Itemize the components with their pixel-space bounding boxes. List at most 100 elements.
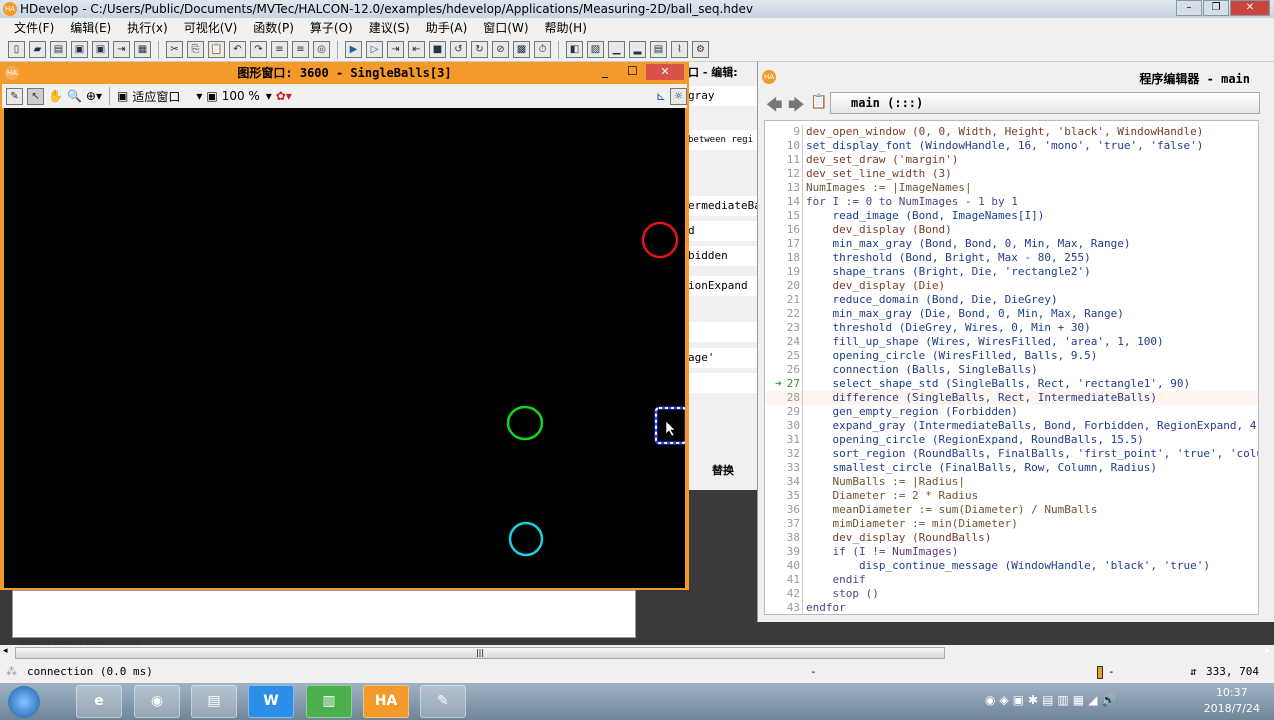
undo-icon[interactable]: ↶ xyxy=(229,41,246,58)
light-bulb-icon[interactable]: ☼ xyxy=(670,87,687,105)
menu-operators[interactable]: 算子(O) xyxy=(302,18,361,38)
clear-breakpoints-icon[interactable]: ⊘ xyxy=(492,41,509,58)
menu-execute[interactable]: 执行(x) xyxy=(119,18,175,38)
export-icon[interactable]: ⇥ xyxy=(113,41,130,58)
open-example-icon[interactable]: ▤ xyxy=(50,41,67,58)
code-line[interactable]: 15 read_image (Bond, ImageNames[I]) xyxy=(765,209,1258,223)
code-line[interactable]: 35 Diameter := 2 * Radius xyxy=(765,489,1258,503)
code-line[interactable]: 30 expand_gray (IntermediateBalls, Bond,… xyxy=(765,419,1258,433)
graphics-window-icon[interactable]: ◧ xyxy=(566,41,583,58)
feature-inspection-icon[interactable]: ▤ xyxy=(650,41,667,58)
read-image-icon[interactable]: ▦ xyxy=(134,41,151,58)
code-area[interactable]: 9 dev_open_window (0, 0, Width, Height, '… xyxy=(764,120,1259,615)
menu-suggestions[interactable]: 建议(S) xyxy=(361,18,418,38)
axes-icon[interactable]: ⊾ xyxy=(656,89,666,103)
field-4[interactable]: d xyxy=(688,221,758,241)
code-line[interactable]: 23 threshold (DieGrey, Wires, 0, Min + 3… xyxy=(765,321,1258,335)
taskbar-halcon[interactable]: HA xyxy=(363,685,409,718)
code-line[interactable]: 39 if (I != NumImages) xyxy=(765,545,1258,559)
menu-file[interactable]: 文件(F) xyxy=(6,18,62,38)
magnify-icon[interactable]: 🔍 xyxy=(67,89,82,103)
code-line[interactable]: 36 meanDiameter := sum(Diameter) / NumBa… xyxy=(765,503,1258,517)
forward-icon[interactable]: 🡆 xyxy=(788,94,805,121)
code-line[interactable]: 14 for I := 0 to NumImages - 1 by 1 xyxy=(765,195,1258,209)
new-file-icon[interactable]: ▯ xyxy=(8,41,25,58)
reset-program-icon[interactable]: ↺ xyxy=(450,41,467,58)
code-line[interactable]: 19 shape_trans (Bright, Die, 'rectangle2… xyxy=(765,265,1258,279)
clock[interactable]: 10:37 2018/7/24 xyxy=(1204,685,1260,717)
stop-icon[interactable]: ■ xyxy=(429,41,446,58)
indent-icon[interactable]: ≡ xyxy=(271,41,288,58)
draw-icon[interactable]: ✎ xyxy=(6,87,23,105)
fit-window-button[interactable]: 适应窗口 xyxy=(132,88,192,105)
step-over-icon[interactable]: ▷ xyxy=(366,41,383,58)
code-line[interactable]: 38 dev_display (RoundBalls) xyxy=(765,531,1258,545)
redo-icon[interactable]: ↷ xyxy=(250,41,267,58)
menu-window[interactable]: 窗口(W) xyxy=(475,18,536,38)
code-line[interactable]: 32 sort_region (RoundBalls, FinalBalls, … xyxy=(765,447,1258,461)
timer-icon[interactable]: ⏱ xyxy=(534,41,551,58)
fit-dropdown-icon[interactable]: ▾ xyxy=(196,89,202,103)
zoom-dropdown-icon[interactable]: ▾ xyxy=(266,89,272,103)
open-file-icon[interactable]: ▰ xyxy=(29,41,46,58)
horizontal-scrollbar[interactable]: ◂ ||| ▸ xyxy=(0,645,1274,661)
field-6[interactable]: ionExpand xyxy=(688,276,758,296)
code-line[interactable]: 26 connection (Balls, SingleBalls) xyxy=(765,363,1258,377)
clipboard-icon[interactable]: 📋 xyxy=(810,94,827,110)
back-icon[interactable]: 🡄 xyxy=(766,94,783,121)
code-line[interactable]: 21 reduce_domain (Bond, Die, DieGrey) xyxy=(765,293,1258,307)
code-line[interactable]: 9 dev_open_window (0, 0, Width, Height, '… xyxy=(765,125,1258,139)
paste-icon[interactable]: 📋 xyxy=(208,41,225,58)
code-line[interactable]: 37 mimDiameter := min(Diameter) xyxy=(765,517,1258,531)
scroll-left-icon[interactable]: ◂ xyxy=(3,646,8,656)
code-line[interactable]: 13 NumImages := |ImageNames| xyxy=(765,181,1258,195)
calibration-icon[interactable]: ⚙ xyxy=(692,41,709,58)
image-inspect-icon[interactable]: ▨ xyxy=(587,41,604,58)
step-into-icon[interactable]: ⇥ xyxy=(387,41,404,58)
code-line[interactable]: 20 dev_display (Die) xyxy=(765,279,1258,293)
zoom-level-select[interactable]: 100 % xyxy=(222,89,262,103)
field-9[interactable] xyxy=(688,373,758,393)
code-line[interactable]: 10 set_display_font (WindowHandle, 16, 'm… xyxy=(765,139,1258,153)
field-8[interactable]: age' xyxy=(688,348,758,368)
menu-assistants[interactable]: 助手(A) xyxy=(418,18,476,38)
reset-procedure-icon[interactable]: ↻ xyxy=(471,41,488,58)
line-profile-icon[interactable]: ⌇ xyxy=(671,41,688,58)
taskbar-explorer[interactable]: ▤ xyxy=(191,685,237,718)
scroll-right-icon[interactable]: ▸ xyxy=(1265,646,1270,656)
code-line[interactable]: 40 disp_continue_message (WindowHandle, … xyxy=(765,559,1258,573)
code-line[interactable]: 17 min_max_gray (Bond, Bond, 0, Min, Max… xyxy=(765,237,1258,251)
start-button[interactable] xyxy=(8,686,40,718)
run-icon[interactable]: ▶ xyxy=(345,41,362,58)
code-line[interactable]: 12 dev_set_line_width (3) xyxy=(765,167,1258,181)
step-out-icon[interactable]: ⇤ xyxy=(408,41,425,58)
taskbar-wps[interactable]: W xyxy=(248,685,294,718)
taskbar-browser[interactable]: e xyxy=(76,685,122,718)
code-line[interactable]: 11 dev_set_draw ('margin') xyxy=(765,153,1258,167)
menu-procedures[interactable]: 函数(P) xyxy=(245,18,302,38)
code-line[interactable]: 41 endif xyxy=(765,573,1258,587)
replace-button[interactable]: 替换 xyxy=(688,462,758,478)
color-palette-icon[interactable]: ✿▾ xyxy=(276,89,292,103)
field-5[interactable]: bidden xyxy=(688,246,758,266)
taskbar-paint[interactable]: ✎ xyxy=(420,685,466,718)
minimize-button[interactable]: _ xyxy=(602,64,608,78)
code-line[interactable]: 42 stop () xyxy=(765,587,1258,601)
find-icon[interactable]: ◎ xyxy=(313,41,330,58)
field-1[interactable]: gray xyxy=(688,86,758,106)
zoom-icon[interactable]: ⊕▾ xyxy=(86,89,102,103)
cut-icon[interactable]: ✂ xyxy=(166,41,183,58)
save-as-icon[interactable]: ▣ xyxy=(92,41,109,58)
close-button[interactable]: ✕ xyxy=(1230,0,1270,16)
copy-icon[interactable]: ⎘ xyxy=(187,41,204,58)
field-7[interactable] xyxy=(688,322,758,342)
maximize-button[interactable]: ☐ xyxy=(627,64,638,78)
restore-button[interactable]: ❐ xyxy=(1203,0,1229,16)
code-line[interactable]: ➜ 27 select_shape_std (SingleBalls, Rect,… xyxy=(765,377,1258,391)
code-line[interactable]: 25 opening_circle (WiresFilled, Balls, 9… xyxy=(765,349,1258,363)
code-line[interactable]: 34 NumBalls := |Radius| xyxy=(765,475,1258,489)
scrollbar-thumb[interactable]: ||| xyxy=(15,647,945,659)
save-icon[interactable]: ▣ xyxy=(71,41,88,58)
menu-help[interactable]: 帮助(H) xyxy=(537,18,595,38)
minimize-button[interactable]: – xyxy=(1176,0,1202,16)
